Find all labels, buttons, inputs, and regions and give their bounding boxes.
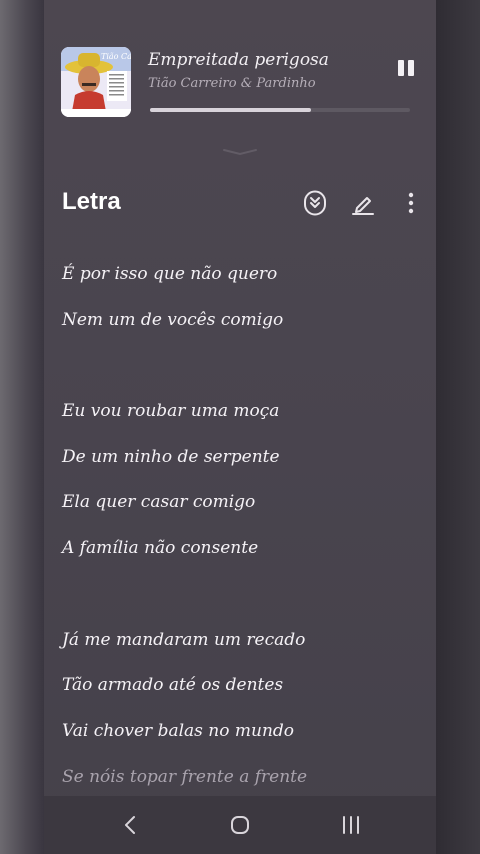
lyrics-header: Letra <box>62 186 418 222</box>
lyric-spacer <box>62 580 422 626</box>
pause-icon-bar-left <box>398 60 404 76</box>
lyric-line: Nem um de vocês comigo <box>62 309 284 330</box>
home-icon <box>231 816 249 834</box>
mini-player[interactable]: Tião Carreiro Empreitada perigosa Tião C… <box>44 0 436 156</box>
auto-scroll-icon <box>304 190 326 216</box>
lyric-line: Vai chover balas no mundo <box>62 720 295 741</box>
lyric-line: Eu vou roubar uma moça <box>62 401 280 422</box>
lyrics-panel: Tião Carreiro Empreitada perigosa Tião C… <box>44 0 436 854</box>
recents-button[interactable] <box>336 813 366 837</box>
lyric-line: A família não consente <box>62 538 259 559</box>
drag-handle-icon[interactable] <box>220 148 260 156</box>
album-art[interactable]: Tião Carreiro <box>61 47 131 117</box>
lyric-line: É por isso que não quero <box>62 264 278 284</box>
playback-progress-bar[interactable] <box>150 108 410 112</box>
recents-icon <box>343 816 359 834</box>
lyric-line: Tão armado até os dentes <box>62 675 284 696</box>
lyrics-body[interactable]: É por isso que não quero Nem um de vocês… <box>62 260 422 808</box>
background-left-edge <box>0 0 44 854</box>
home-button[interactable] <box>225 813 255 837</box>
pause-button[interactable] <box>394 58 418 80</box>
more-options-button[interactable] <box>398 190 424 216</box>
auto-scroll-button[interactable] <box>302 190 328 216</box>
lyric-spacer <box>62 351 422 397</box>
lyrics-title: Letra <box>62 188 121 215</box>
back-icon <box>125 816 135 834</box>
back-button[interactable] <box>116 813 146 837</box>
lyric-line: De um ninho de serpente <box>62 446 280 467</box>
album-cover-image: Tião Carreiro <box>61 47 131 117</box>
album-art-text: Tião Carreiro <box>101 52 131 61</box>
edit-lyrics-button[interactable] <box>350 190 376 216</box>
lyric-line: Ela quer casar comigo <box>62 492 256 513</box>
background-right-edge <box>436 0 480 854</box>
song-artist[interactable]: Tião Carreiro & Pardinho <box>148 76 378 91</box>
playback-progress-fill <box>150 108 312 112</box>
system-navigation-bar <box>44 796 436 854</box>
edit-icon <box>352 197 374 215</box>
more-icon <box>408 192 414 214</box>
pause-icon-bar-right <box>408 60 414 76</box>
song-title[interactable]: Empreitada perigosa <box>148 50 378 70</box>
lyric-line: Já me mandaram um recado <box>62 629 306 650</box>
